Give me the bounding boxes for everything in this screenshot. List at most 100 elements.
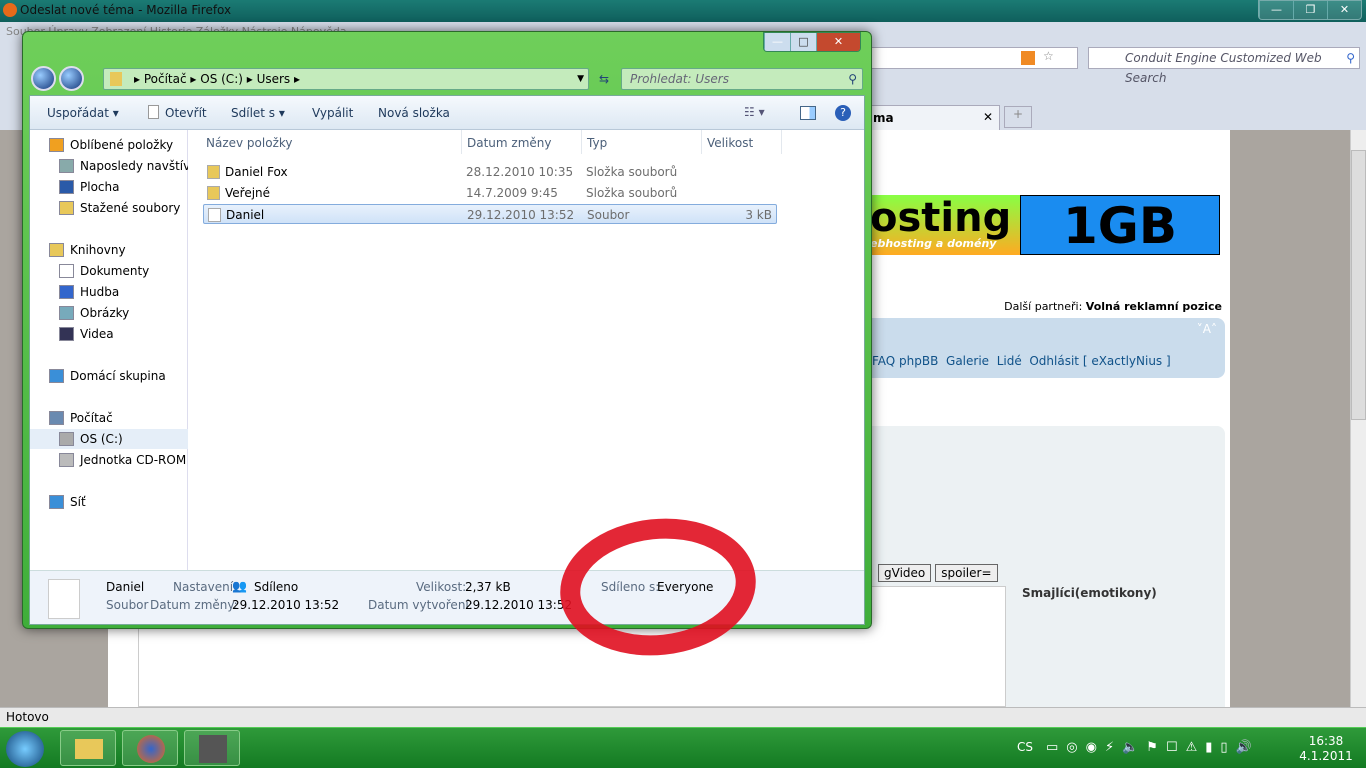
- nav-item-cdrom[interactable]: Jednotka CD-ROM (D:): [30, 450, 188, 470]
- address-bar[interactable]: ▸ Počítač ▸ OS (C:) ▸ Users ▸ ▼: [103, 68, 589, 90]
- nav-item-library[interactable]: Knihovny: [30, 240, 188, 260]
- taskbar: CS ▭◎◉⚡🔈⚑☐⚠▮▯🔊 16:38 4.1.2011: [0, 727, 1366, 768]
- search-icon[interactable]: ⚲: [1346, 48, 1355, 68]
- column-date[interactable]: Datum změny: [467, 136, 552, 150]
- organize-button[interactable]: Uspořádat ▾: [47, 106, 119, 120]
- minimize-button[interactable]: —: [764, 33, 790, 51]
- web-search-input[interactable]: Conduit Engine Customized Web Search ⚲: [1088, 47, 1360, 85]
- breadcrumb-users[interactable]: Users: [257, 72, 291, 86]
- search-icon[interactable]: ⚲: [848, 69, 857, 89]
- file-name: Daniel Fox: [225, 165, 288, 179]
- minimize-button[interactable]: —: [1259, 1, 1293, 19]
- taskbar-firefox[interactable]: [122, 730, 178, 766]
- bookmark-star-icon[interactable]: ☆: [1043, 49, 1054, 63]
- nav-item-documents[interactable]: Dokumenty: [30, 261, 188, 281]
- detail-created-label: Datum vytvoření:: [368, 598, 473, 612]
- detail-size-label: Velikost:: [416, 580, 467, 594]
- library-icon: [49, 243, 64, 257]
- file-row[interactable]: Veřejné 14.7.2009 9:45 Složka souborů: [203, 183, 777, 203]
- help-icon[interactable]: ?: [835, 105, 851, 121]
- spoiler-button[interactable]: spoiler=: [935, 564, 998, 582]
- start-button[interactable]: [6, 731, 44, 767]
- column-name[interactable]: Název položky: [206, 136, 292, 150]
- file-date: 28.12.2010 10:35: [466, 165, 574, 179]
- locked-folder-icon: [207, 165, 220, 179]
- close-tab-icon[interactable]: ✕: [983, 110, 993, 124]
- nav-item-network[interactable]: Síť: [30, 492, 188, 512]
- nav-item-pictures[interactable]: Obrázky: [30, 303, 188, 323]
- nav-item-computer[interactable]: Počítač: [30, 408, 188, 428]
- preview-pane-icon[interactable]: [800, 106, 816, 120]
- nav-item-label: Síť: [70, 495, 86, 509]
- new-folder-button[interactable]: Nová složka: [378, 106, 450, 120]
- nav-item-recent[interactable]: Naposledy navštívené: [30, 156, 188, 176]
- nav-item-star[interactable]: Oblíbené položky: [30, 135, 188, 155]
- nav-item-music[interactable]: Hudba: [30, 282, 188, 302]
- explorer-search-input[interactable]: Prohledat: Users ⚲: [621, 68, 863, 90]
- page-scrollbar[interactable]: [1350, 130, 1366, 707]
- pictures-icon: [59, 306, 74, 320]
- refresh-icon[interactable]: ⇆: [593, 68, 615, 90]
- tab-active[interactable]: ma ✕: [870, 105, 1000, 130]
- file-list: Název položky Datum změny Typ Velikost D…: [189, 130, 865, 570]
- font-size-control[interactable]: ˅A˄: [1197, 322, 1217, 336]
- burn-button[interactable]: Vypálit: [312, 106, 353, 120]
- maximize-button[interactable]: □: [790, 33, 816, 51]
- gallery-link[interactable]: Galerie: [946, 354, 989, 368]
- partners-link[interactable]: Volná reklamní pozice: [1086, 300, 1222, 313]
- tab-label: ma: [873, 111, 894, 125]
- smileys-title: Smajlíci(emotikony): [1022, 586, 1157, 600]
- forward-button[interactable]: [59, 66, 84, 91]
- taskbar-explorer[interactable]: [60, 730, 116, 766]
- partners-label: Další partneři:: [1004, 300, 1083, 313]
- breadcrumb-drive[interactable]: OS (C:): [200, 72, 243, 86]
- taskbar-app[interactable]: [184, 730, 240, 766]
- window-title: Odeslat nové téma - Mozilla Firefox: [20, 3, 232, 17]
- faq-link[interactable]: FAQ phpBB: [872, 354, 938, 368]
- nav-item-label: OS (C:): [80, 432, 123, 446]
- file-date: 29.12.2010 13:52: [467, 208, 575, 222]
- column-size[interactable]: Velikost: [707, 136, 753, 150]
- detail-size-value: 2,37 kB: [465, 580, 511, 594]
- nav-item-label: Dokumenty: [80, 264, 150, 278]
- page-margin-right: [1230, 130, 1350, 707]
- nav-item-downloads[interactable]: Stažené soubory: [30, 198, 188, 218]
- gvideo-button[interactable]: gVideo: [878, 564, 932, 582]
- url-bar[interactable]: ☆: [870, 47, 1078, 69]
- column-type[interactable]: Typ: [587, 136, 607, 150]
- address-dropdown-icon[interactable]: ▼: [577, 69, 584, 89]
- nav-item-homegroup[interactable]: Domácí skupina: [30, 366, 188, 386]
- back-button[interactable]: [31, 66, 56, 91]
- people-link[interactable]: Lidé: [997, 354, 1022, 368]
- file-icon: [208, 208, 221, 222]
- file-thumbnail-icon: [48, 579, 80, 619]
- star-icon: [49, 138, 64, 152]
- banner-1gb[interactable]: 1GB: [1020, 195, 1220, 255]
- folder-icon: [110, 72, 122, 86]
- detail-kind: Soubor: [106, 598, 149, 612]
- view-options-icon[interactable]: ☷ ▾: [744, 105, 765, 119]
- computer-icon: [49, 411, 64, 425]
- rss-icon[interactable]: [1021, 51, 1035, 65]
- new-tab-button[interactable]: +: [1004, 106, 1032, 128]
- nav-item-videos[interactable]: Videa: [30, 324, 188, 344]
- nav-item-desktop[interactable]: Plocha: [30, 177, 188, 197]
- language-indicator[interactable]: CS: [1017, 740, 1033, 754]
- close-button[interactable]: ✕: [1327, 1, 1361, 19]
- file-row[interactable]: Daniel 29.12.2010 13:52 Soubor 3 kB: [203, 204, 777, 224]
- nav-item-drive[interactable]: OS (C:): [30, 429, 188, 449]
- restore-button[interactable]: ❐: [1293, 1, 1327, 19]
- nav-item-label: Videa: [80, 327, 114, 341]
- close-button[interactable]: ✕: [816, 33, 860, 51]
- logout-link[interactable]: Odhlásit [ eXactlyNius ]: [1029, 354, 1170, 368]
- detail-modified-value: 29.12.2010 13:52: [232, 598, 340, 612]
- tray-icons[interactable]: ▭◎◉⚡🔈⚑☐⚠▮▯🔊: [1046, 740, 1260, 755]
- documents-icon: [59, 264, 74, 278]
- open-button[interactable]: Otevřít: [165, 106, 207, 120]
- breadcrumb-computer[interactable]: Počítač: [144, 72, 187, 86]
- share-button[interactable]: Sdílet s ▾: [231, 106, 285, 120]
- cdrom-icon: [59, 453, 74, 467]
- clock[interactable]: 16:38 4.1.2011: [1296, 734, 1356, 764]
- file-row[interactable]: Daniel Fox 28.12.2010 10:35 Složka soubo…: [203, 162, 777, 182]
- ad-banner[interactable]: osting ebhosting a domény: [870, 195, 1020, 255]
